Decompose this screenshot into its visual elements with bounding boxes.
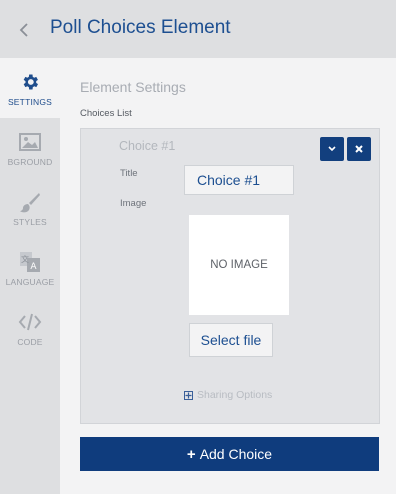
no-image-text: NO IMAGE — [210, 259, 268, 271]
sidebar-item-label: STYLES — [13, 217, 47, 227]
sidebar: SETTINGS BGROUND STYLES A文 LANGUAGE CODE — [0, 58, 60, 494]
sidebar-item-label: LANGUAGE — [5, 277, 55, 287]
title-label: Title — [120, 168, 138, 179]
plus-icon: + — [186, 445, 196, 463]
sidebar-item-language[interactable]: A文 LANGUAGE — [0, 238, 60, 298]
sidebar-item-bground[interactable]: BGROUND — [0, 118, 60, 178]
plus-square-icon — [184, 390, 193, 400]
close-icon — [355, 145, 363, 153]
sidebar-item-styles[interactable]: STYLES — [0, 178, 60, 238]
title-input[interactable] — [184, 165, 294, 195]
translate-icon: A文 — [18, 250, 42, 274]
sidebar-item-label: SETTINGS — [7, 97, 53, 107]
add-choice-button[interactable]: + Add Choice — [80, 437, 379, 471]
header-bar: Poll Choices Element — [0, 0, 396, 58]
svg-text:文: 文 — [21, 254, 29, 264]
chevron-down-icon — [328, 146, 336, 152]
choice-heading: Choice #1 — [119, 139, 176, 153]
add-choice-label: Add Choice — [199, 446, 273, 462]
collapse-button[interactable] — [320, 137, 344, 161]
select-file-button[interactable]: Select file — [189, 323, 273, 357]
section-title: Element Settings — [80, 79, 186, 95]
sidebar-item-label: CODE — [17, 337, 43, 347]
sharing-options-label: Sharing Options — [197, 389, 273, 401]
sidebar-item-code[interactable]: CODE — [0, 298, 60, 358]
chevron-left-icon — [19, 23, 28, 37]
brush-icon — [18, 190, 42, 214]
sidebar-item-label: BGROUND — [7, 157, 53, 167]
sharing-options-toggle[interactable]: Sharing Options — [184, 389, 272, 401]
delete-choice-button[interactable] — [347, 137, 371, 161]
back-button[interactable] — [12, 18, 36, 42]
svg-text:A: A — [30, 262, 37, 272]
settings-panel: Element Settings Choices List Choice #1 … — [60, 58, 396, 494]
gear-icon — [18, 70, 42, 94]
code-icon — [18, 310, 42, 334]
choices-list-label: Choices List — [80, 108, 132, 119]
page-title: Poll Choices Element — [50, 17, 231, 38]
image-preview: NO IMAGE — [189, 215, 289, 315]
sidebar-item-settings[interactable]: SETTINGS — [0, 58, 60, 118]
image-label: Image — [120, 198, 147, 209]
choice-card: Choice #1 Title Image NO IMAGE Select fi… — [80, 128, 380, 424]
image-icon — [18, 130, 42, 154]
